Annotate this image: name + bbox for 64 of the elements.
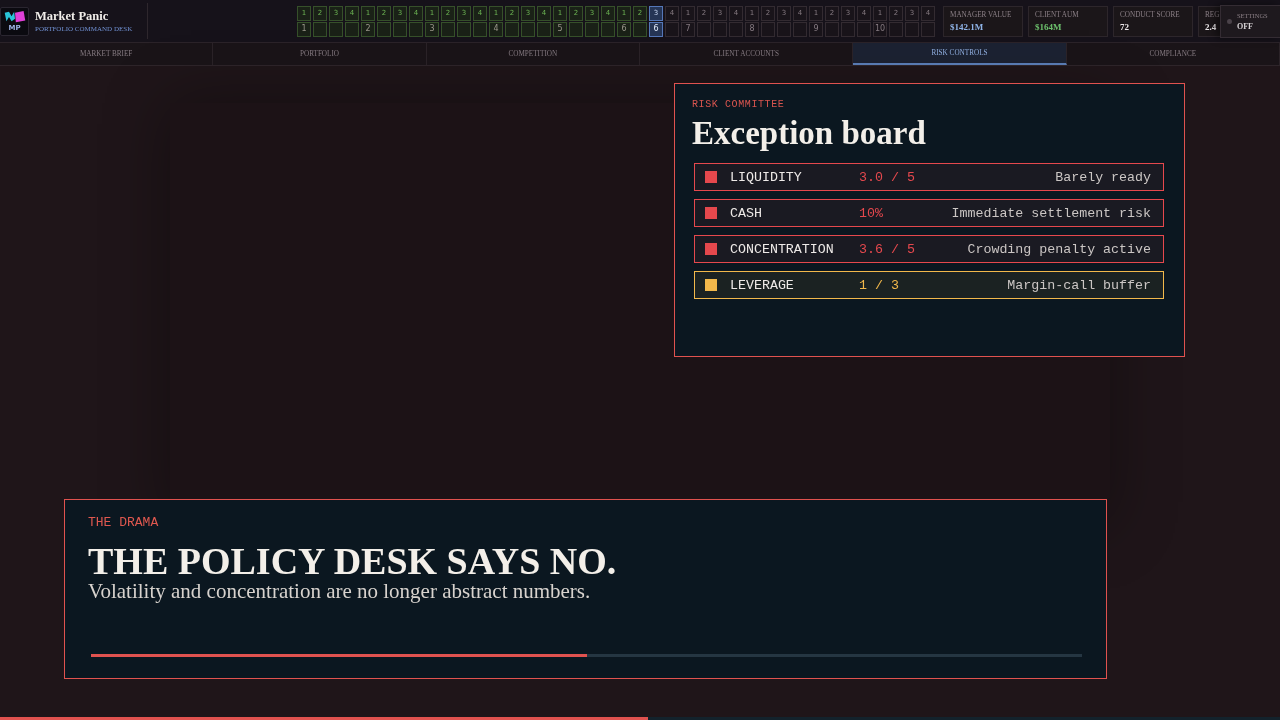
month-cell <box>793 21 807 37</box>
month-cell <box>857 21 871 37</box>
month-cell <box>713 21 727 37</box>
month-cell <box>777 21 791 37</box>
panel-eyebrow: RISK COMMITTEE <box>692 99 786 111</box>
month-cell <box>345 21 359 37</box>
drama-subtitle: Volatility and concentration are no longer abstract numbers. <box>88 580 592 602</box>
month-cell <box>697 21 711 37</box>
panel-eyebrow: THE DRAMA <box>88 516 160 530</box>
stat-value: $142.1M <box>950 21 984 33</box>
month-cell <box>601 21 615 37</box>
month-cell: 4 <box>489 21 503 37</box>
month-cell: 2 <box>361 21 375 37</box>
month-cell <box>505 21 519 37</box>
app-title: Market Panic <box>35 8 109 23</box>
risk-name: LEVERAGE <box>730 277 795 293</box>
month-cell <box>585 21 599 37</box>
month-cell <box>473 21 487 37</box>
month-cell <box>665 21 679 37</box>
risk-note: Immediate settlement risk <box>950 205 1151 221</box>
month-cell: 9 <box>809 21 823 37</box>
risk-note: Barely ready <box>1054 169 1151 185</box>
month-cell <box>329 21 343 37</box>
risk-note: Margin-call buffer <box>1006 277 1151 293</box>
stat-value: 2.4 <box>1205 21 1217 33</box>
stat-value: $164M <box>1035 21 1062 33</box>
risk-name: CASH <box>730 205 763 221</box>
month-cell: 6 <box>649 21 663 37</box>
risk-value: 3.6 / 5 <box>859 241 916 257</box>
month-cell <box>441 21 455 37</box>
stat-value: 72 <box>1120 21 1129 33</box>
risk-value: 3.0 / 5 <box>859 169 916 185</box>
month-cell <box>521 21 535 37</box>
month-cell <box>393 21 407 37</box>
month-cell: 10 <box>873 21 887 37</box>
month-cell <box>377 21 391 37</box>
month-cell: 6 <box>617 21 631 37</box>
risk-note: Crowding penalty active <box>966 241 1151 257</box>
month-cell: 8 <box>745 21 759 37</box>
month-cell <box>569 21 583 37</box>
month-cell <box>761 21 775 37</box>
month-cell <box>921 21 935 37</box>
month-cell <box>409 21 423 37</box>
risk-name: LIQUIDITY <box>730 169 803 185</box>
logo-icon <box>3 10 26 23</box>
month-cell <box>729 21 743 37</box>
risk-value: 10% <box>859 205 884 221</box>
month-cell: 7 <box>681 21 695 37</box>
month-cell: 1 <box>297 21 311 37</box>
month-cell <box>313 21 327 37</box>
month-cell <box>537 21 551 37</box>
month-cell <box>889 21 903 37</box>
month-cell: 3 <box>425 21 439 37</box>
drama-headline: THE POLICY DESK SAYS NO. <box>88 542 618 580</box>
risk-name: CONCENTRATION <box>730 241 835 257</box>
settings-value: OFF <box>1237 22 1253 31</box>
month-cell: 5 <box>553 21 567 37</box>
month-cell <box>457 21 471 37</box>
risk-value: 1 / 3 <box>859 277 900 293</box>
month-cell <box>633 21 647 37</box>
month-cell <box>825 21 839 37</box>
month-cell <box>841 21 855 37</box>
month-cell <box>905 21 919 37</box>
panel-title: Exception board <box>692 116 927 151</box>
